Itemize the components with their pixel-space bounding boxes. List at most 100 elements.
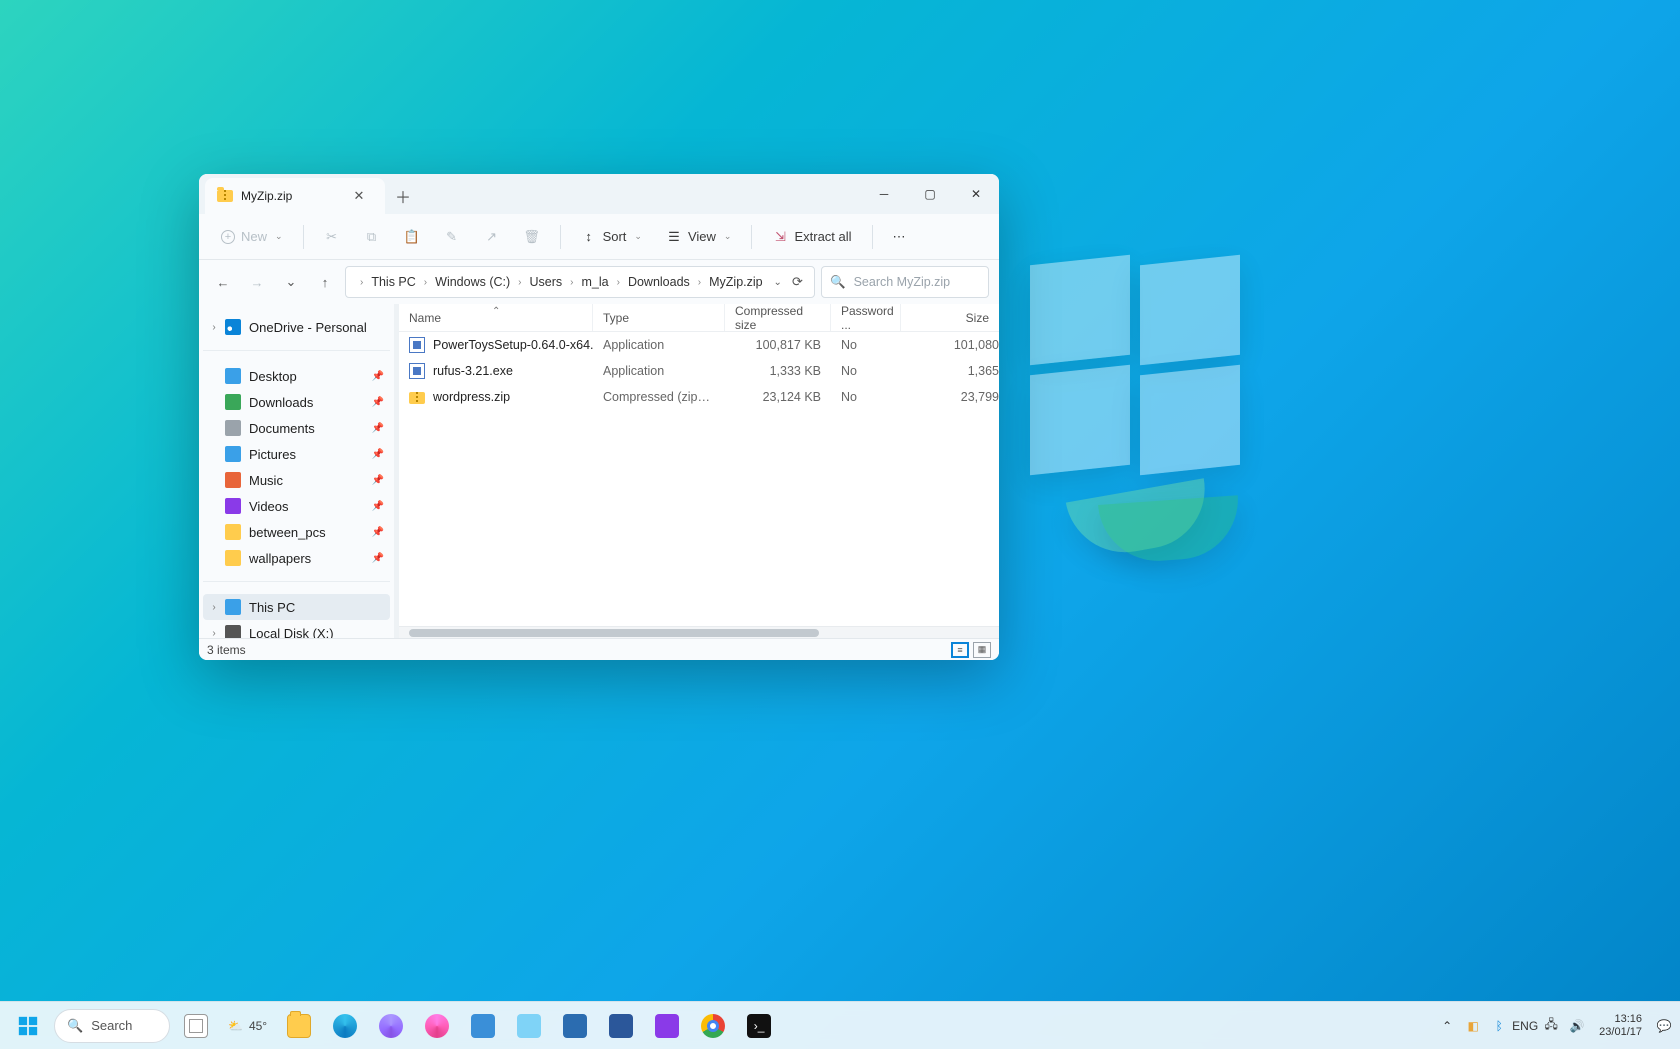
window-minimize-button[interactable]: ─ <box>861 174 907 214</box>
file-row[interactable]: rufus-3.21.exeApplication1,333 KBNo1,365 <box>399 358 999 384</box>
volume-icon[interactable]: 🔊 <box>1569 1018 1585 1034</box>
crumb-this-pc[interactable]: This PC <box>365 275 421 289</box>
thumbnails-view-button[interactable]: ▦ <box>973 642 991 658</box>
taskbar-weather[interactable]: ⛅ 45° <box>222 1019 273 1033</box>
sort-label: Sort <box>603 229 627 244</box>
nav-recent-button[interactable]: ⌄ <box>277 268 305 296</box>
sidebar-item-desktop[interactable]: Desktop📌 <box>203 363 390 389</box>
taskbar-app-terminal[interactable]: ›_ <box>739 1006 779 1046</box>
pin-icon[interactable]: 📌 <box>372 397 384 408</box>
horizontal-scrollbar[interactable] <box>399 626 999 638</box>
taskbar-app-2[interactable] <box>647 1006 687 1046</box>
taskbar-app-edge[interactable] <box>325 1006 365 1046</box>
bluetooth-icon[interactable]: ᛒ <box>1491 1018 1507 1034</box>
taskbar-app-notepad[interactable] <box>509 1006 549 1046</box>
cut-button[interactable]: ✂ <box>314 223 350 251</box>
scrollbar-thumb[interactable] <box>409 629 819 637</box>
sidebar-item-downloads[interactable]: Downloads📌 <box>203 389 390 415</box>
wallpaper-windows-logo <box>1030 260 1250 480</box>
window-close-button[interactable]: ✕ <box>953 174 999 214</box>
taskbar-search[interactable]: 🔍 Search <box>54 1009 170 1043</box>
pin-icon[interactable]: 📌 <box>372 423 384 434</box>
view-button[interactable]: ☰ View ⌄ <box>656 223 742 251</box>
window-titlebar[interactable]: MyZip.zip ✕ ＋ ─ ▢ ✕ <box>199 174 999 214</box>
chevron-right-icon[interactable]: › <box>207 322 221 333</box>
column-header-compressed-size[interactable]: Compressed size <box>725 304 831 331</box>
sidebar-item-wallpapers[interactable]: wallpapers📌 <box>203 545 390 571</box>
taskbar-app-chrome[interactable] <box>693 1006 733 1046</box>
taskbar-app-store[interactable] <box>555 1006 595 1046</box>
new-button[interactable]: + New ⌄ <box>211 223 293 250</box>
column-header-type[interactable]: Type <box>593 304 725 331</box>
refresh-button[interactable]: ⟳ <box>787 274 808 290</box>
rename-button[interactable]: ✎ <box>434 223 470 251</box>
crumb-drive-c[interactable]: Windows (C:) <box>429 275 516 289</box>
column-header-password[interactable]: Password ... <box>831 304 901 331</box>
language-indicator[interactable]: ENG <box>1517 1018 1533 1034</box>
delete-button[interactable]: 🗑 <box>514 223 550 251</box>
copy-icon: ⧉ <box>364 229 380 245</box>
sidebar-item-pictures[interactable]: Pictures📌 <box>203 441 390 467</box>
sidebar-item-local-disk[interactable]: › Local Disk (X:) <box>203 620 390 638</box>
address-bar[interactable]: › This PC › Windows (C:) › Users › m_la … <box>345 266 815 298</box>
crumb-downloads[interactable]: Downloads <box>622 275 696 289</box>
column-header-size[interactable]: Size <box>901 304 999 331</box>
extract-icon: ⇲ <box>772 229 788 245</box>
pin-icon[interactable]: 📌 <box>372 527 384 538</box>
crumb-current[interactable]: MyZip.zip <box>703 275 768 289</box>
navigation-pane[interactable]: › OneDrive - Personal Desktop📌Downloads📌… <box>199 304 395 638</box>
pin-icon[interactable]: 📌 <box>372 371 384 382</box>
sidebar-item-onedrive[interactable]: › OneDrive - Personal <box>203 314 390 340</box>
tab-myzip[interactable]: MyZip.zip ✕ <box>205 178 385 214</box>
edge-canary-icon <box>425 1014 449 1038</box>
file-password: No <box>831 364 901 378</box>
tray-app-icon[interactable]: ◧ <box>1465 1018 1481 1034</box>
search-box[interactable]: 🔍 <box>821 266 989 298</box>
tray-overflow-button[interactable]: ⌃ <box>1439 1018 1455 1034</box>
plus-circle-icon: + <box>221 230 235 244</box>
pin-icon[interactable]: 📌 <box>372 475 384 486</box>
file-row[interactable]: PowerToysSetup-0.64.0-x64.exeApplication… <box>399 332 999 358</box>
sidebar-item-between-pcs[interactable]: between_pcs📌 <box>203 519 390 545</box>
more-options-button[interactable]: ⋯ <box>883 223 916 251</box>
pin-icon[interactable]: 📌 <box>372 449 384 460</box>
pin-icon[interactable]: 📌 <box>372 553 384 564</box>
start-button[interactable] <box>8 1006 48 1046</box>
crumb-users[interactable]: Users <box>524 275 569 289</box>
notifications-button[interactable]: 💬 <box>1656 1018 1672 1034</box>
share-button[interactable]: ↗ <box>474 223 510 251</box>
network-icon[interactable]: 🖧 <box>1543 1018 1559 1034</box>
window-maximize-button[interactable]: ▢ <box>907 174 953 214</box>
search-input[interactable] <box>854 275 999 289</box>
taskbar-app-edge-dev[interactable] <box>371 1006 411 1046</box>
sidebar-item-videos[interactable]: Videos📌 <box>203 493 390 519</box>
crumb-user[interactable]: m_la <box>576 275 615 289</box>
address-history-dropdown[interactable]: ⌄ <box>769 277 787 288</box>
nav-up-button[interactable]: ↑ <box>311 268 339 296</box>
taskbar-app-1[interactable] <box>463 1006 503 1046</box>
sidebar-item-music[interactable]: Music 📌 <box>203 467 390 493</box>
copy-button[interactable]: ⧉ <box>354 223 390 251</box>
details-view-button[interactable]: ≡ <box>951 642 969 658</box>
taskbar-clock[interactable]: 13:16 23/01/17 <box>1595 1013 1646 1038</box>
extract-all-button[interactable]: ⇲ Extract all <box>762 223 861 251</box>
chevron-right-icon[interactable]: › <box>207 602 221 613</box>
sort-button[interactable]: ↕ Sort ⌄ <box>571 223 652 251</box>
taskbar-app-word[interactable] <box>601 1006 641 1046</box>
taskbar-app-edge-canary[interactable] <box>417 1006 457 1046</box>
file-type: Compressed (zipped) Fol... <box>593 390 725 404</box>
taskbar-app-file-explorer[interactable] <box>279 1006 319 1046</box>
task-view-button[interactable] <box>176 1006 216 1046</box>
sidebar-item-documents[interactable]: Documents📌 <box>203 415 390 441</box>
sidebar-item-this-pc[interactable]: › This PC <box>203 594 390 620</box>
search-icon: 🔍 <box>67 1018 83 1034</box>
file-row[interactable]: wordpress.zipCompressed (zipped) Fol...2… <box>399 384 999 410</box>
paste-button[interactable]: 📋 <box>394 223 430 251</box>
sidebar-item-label: Music <box>249 473 283 488</box>
chevron-right-icon[interactable]: › <box>207 628 221 639</box>
pin-icon[interactable]: 📌 <box>372 501 384 512</box>
nav-back-button[interactable]: ← <box>209 268 237 296</box>
tab-close-button[interactable]: ✕ <box>345 188 373 204</box>
nav-forward-button[interactable]: → <box>243 268 271 296</box>
new-tab-button[interactable]: ＋ <box>385 178 421 214</box>
